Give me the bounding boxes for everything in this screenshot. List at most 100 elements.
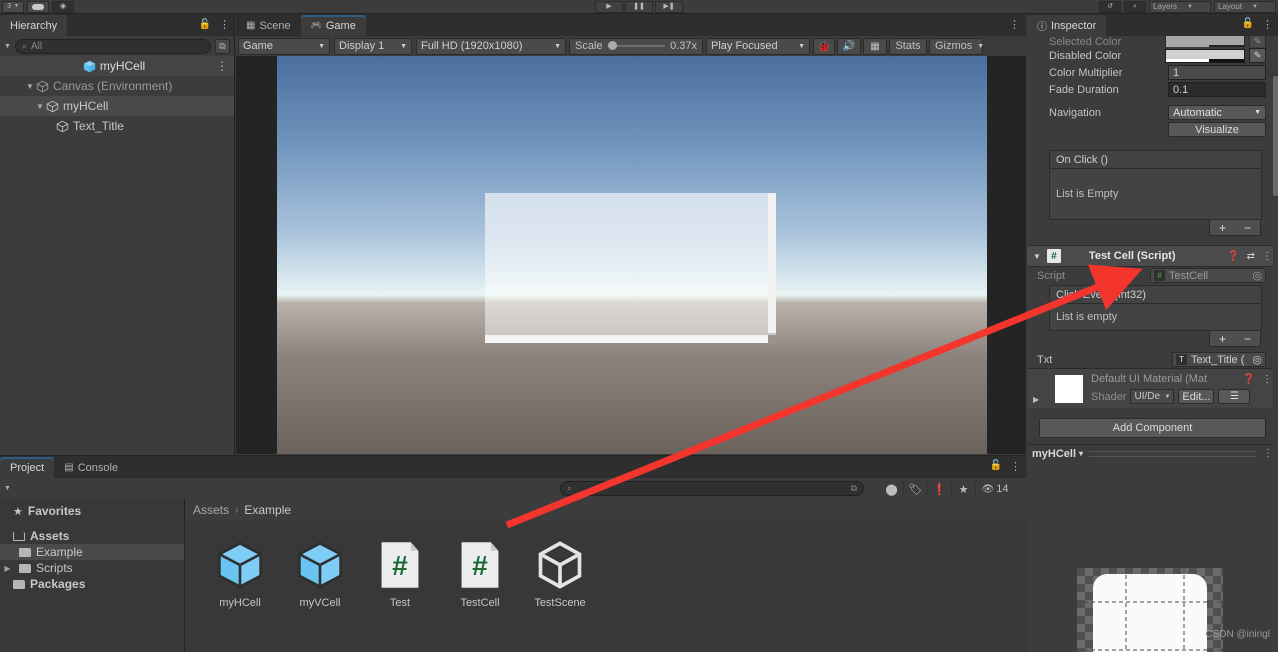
- tab-console[interactable]: ▤ Console: [54, 457, 128, 478]
- material-menu-icon[interactable]: ⋮: [1262, 374, 1272, 385]
- help-icon[interactable]: ❓: [1243, 374, 1255, 385]
- breadcrumb-assets[interactable]: Assets: [193, 503, 229, 517]
- frame-debugger-button[interactable]: 🐞: [813, 37, 835, 55]
- navigation-dropdown[interactable]: Automatic ▼: [1168, 105, 1266, 120]
- add-component-button[interactable]: Add Component: [1039, 418, 1266, 438]
- play-mode-dropdown[interactable]: Play Focused ▼: [706, 37, 810, 55]
- preview-drag-handle[interactable]: [1089, 450, 1257, 457]
- account-dropdown-button[interactable]: 3 ▼: [2, 0, 24, 13]
- object-filter-icon[interactable]: ⬤: [880, 481, 904, 497]
- play-button[interactable]: ▶: [595, 0, 623, 13]
- layout-dropdown[interactable]: Layout ▼: [1214, 0, 1276, 13]
- tree-item-scripts[interactable]: ▶ Scripts: [0, 560, 184, 576]
- help-icon[interactable]: ❓: [1227, 251, 1239, 262]
- label-filter-icon[interactable]: 🏷: [904, 481, 928, 497]
- global-search-button[interactable]: ⌕: [1124, 0, 1146, 13]
- tab-inspector[interactable]: ⓘ Inspector: [1027, 15, 1107, 36]
- stats-button[interactable]: Stats: [889, 37, 927, 55]
- hidden-assets-indicator[interactable]: 👁 14: [976, 481, 1014, 497]
- scale-slider-group[interactable]: Scale 0.37x: [569, 37, 703, 55]
- tree-item-packages[interactable]: Packages: [0, 576, 184, 592]
- object-picker-icon[interactable]: ◎: [1252, 353, 1262, 366]
- gizmos-dropdown[interactable]: Gizmos ▼: [929, 37, 984, 55]
- hierarchy-row-canvas[interactable]: ▼ Canvas (Environment): [0, 76, 234, 96]
- undo-history-button[interactable]: ↺: [1099, 0, 1121, 13]
- asset-item-myhcell[interactable]: myHCell: [209, 539, 271, 609]
- txt-object-field[interactable]: T Text_Title ( ◎: [1172, 352, 1266, 367]
- script-object-field[interactable]: # TestCell ◎: [1150, 268, 1266, 283]
- hierarchy-scene-row[interactable]: myHCell ⋮: [0, 56, 234, 76]
- lock-icon[interactable]: 🔓: [199, 19, 211, 30]
- layers-dropdown[interactable]: Layers ▼: [1149, 0, 1211, 13]
- inspector-row-fade-duration[interactable]: Fade Duration 0.1: [1027, 81, 1278, 98]
- tree-item-assets[interactable]: Assets: [0, 528, 184, 544]
- on-click-add-button[interactable]: +: [1210, 220, 1235, 235]
- preview-menu-icon[interactable]: ⋮: [1263, 448, 1273, 459]
- asset-item-testscene[interactable]: TestScene: [529, 539, 591, 609]
- hierarchy-row-text-title[interactable]: Text_Title: [0, 116, 234, 136]
- asset-item-myvcell[interactable]: myVCell: [289, 539, 351, 609]
- on-click-remove-button[interactable]: −: [1235, 220, 1260, 235]
- inspector-row-disabled-color[interactable]: Disabled Color ✎: [1027, 47, 1278, 64]
- hierarchy-row-myhcell[interactable]: ▼ myHCell: [0, 96, 234, 116]
- breadcrumb-example[interactable]: Example: [244, 503, 291, 517]
- tree-item-favorites[interactable]: ★ Favorites: [0, 503, 184, 519]
- hierarchy-scene-menu-icon[interactable]: ⋮: [216, 59, 228, 73]
- mute-audio-button[interactable]: 🔊: [837, 37, 861, 55]
- component-header-test-cell[interactable]: ▼ # Test Cell (Script) ❓ ⇄ ⋮: [1027, 245, 1278, 267]
- foldout-arrow-icon[interactable]: ▶: [1033, 395, 1039, 404]
- asset-item-testcell[interactable]: # TestCell: [449, 539, 511, 609]
- expand-arrow-icon[interactable]: ▼: [24, 82, 36, 91]
- project-create-icon[interactable]: ▼: [4, 485, 11, 492]
- inspector-row-script[interactable]: Script # TestCell ◎: [1027, 267, 1278, 284]
- project-menu-icon[interactable]: ⋮: [1010, 460, 1021, 473]
- display-dropdown[interactable]: Display 1 ▼: [334, 37, 412, 55]
- scrollbar-thumb[interactable]: [1273, 76, 1278, 196]
- pause-button[interactable]: ❚❚: [625, 0, 653, 13]
- material-header[interactable]: ▶ Default UI Material (Mat ❓ ⋮ Shader UI…: [1027, 368, 1278, 408]
- preview-object-dropdown[interactable]: myHCell ▾: [1032, 446, 1083, 461]
- collab-button[interactable]: ◉: [52, 0, 74, 13]
- hierarchy-create-icon[interactable]: ▼: [4, 43, 11, 50]
- shader-edit-button[interactable]: Edit...: [1178, 389, 1215, 404]
- fade-duration-input[interactable]: 0.1: [1168, 82, 1266, 97]
- scale-slider[interactable]: [607, 41, 666, 50]
- tab-project[interactable]: Project: [0, 457, 55, 478]
- shader-menu-button[interactable]: ☰: [1218, 389, 1251, 404]
- click-event-remove-button[interactable]: −: [1235, 331, 1260, 346]
- inspector-row-navigation[interactable]: Navigation Automatic ▼: [1027, 104, 1278, 121]
- hierarchy-search-input[interactable]: ⌕ All: [14, 38, 211, 54]
- inspector-scrollbar[interactable]: [1273, 58, 1278, 478]
- game-view-menu-icon[interactable]: ⋮: [1009, 18, 1020, 31]
- click-event-add-button[interactable]: +: [1210, 331, 1235, 346]
- object-picker-icon[interactable]: ◎: [1252, 269, 1262, 282]
- tree-item-example[interactable]: Example: [0, 544, 184, 560]
- inspector-row-selected-color[interactable]: Selected Color ✎: [1027, 36, 1278, 47]
- external-window-icon[interactable]: ⧉: [851, 483, 857, 494]
- preset-icon[interactable]: ⇄: [1247, 251, 1255, 262]
- game-view-render[interactable]: [277, 56, 987, 454]
- lock-icon[interactable]: 🔓: [990, 460, 1002, 473]
- inspector-menu-icon[interactable]: ⋮: [1262, 18, 1273, 31]
- shader-dropdown[interactable]: UI/De ▼: [1130, 389, 1175, 404]
- asset-item-test[interactable]: # Test: [369, 539, 431, 609]
- color-multiplier-input[interactable]: 1: [1168, 65, 1266, 80]
- eyedropper-icon[interactable]: ✎: [1249, 48, 1266, 63]
- tab-game[interactable]: 🎮 Game: [300, 15, 366, 36]
- tab-scene[interactable]: ▦ Scene: [236, 15, 301, 36]
- cloud-button[interactable]: [27, 0, 49, 13]
- target-display-dropdown[interactable]: Game ▼: [238, 37, 330, 55]
- tree-arrow-icon[interactable]: ▶: [2, 564, 13, 573]
- selected-color-swatch[interactable]: [1165, 36, 1245, 47]
- component-menu-icon[interactable]: ⋮: [1262, 251, 1272, 262]
- hierarchy-menu-icon[interactable]: ⋮: [219, 18, 230, 31]
- resolution-dropdown[interactable]: Full HD (1920x1080) ▼: [416, 37, 566, 55]
- visualize-button[interactable]: Visualize: [1168, 122, 1266, 137]
- tab-hierarchy[interactable]: Hierarchy: [0, 15, 68, 36]
- project-search-input[interactable]: ⌕ ⧉: [560, 481, 864, 496]
- scale-slider-knob[interactable]: [607, 41, 617, 50]
- horizontal-scrollbar[interactable]: [485, 335, 768, 343]
- expand-arrow-icon[interactable]: ▼: [34, 102, 46, 111]
- vertical-scrollbar[interactable]: [768, 193, 776, 333]
- warning-filter-icon[interactable]: ❗: [928, 481, 952, 497]
